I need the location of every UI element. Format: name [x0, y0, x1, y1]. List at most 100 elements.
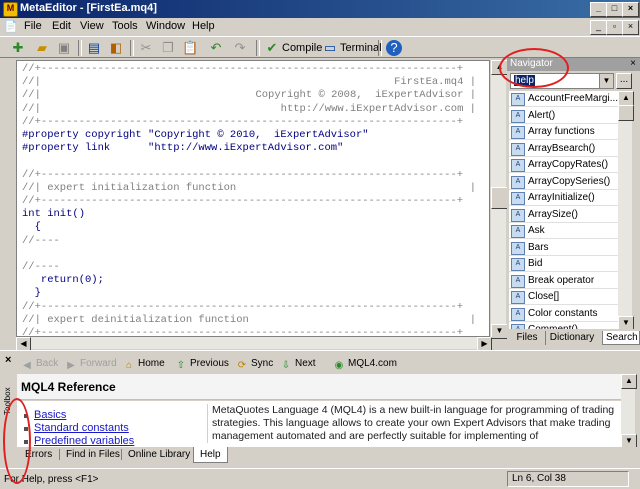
compile-button[interactable]: Compile: [282, 42, 322, 54]
link-standard-constants[interactable]: Standard constants: [34, 422, 129, 434]
navigator-toggle-icon[interactable]: ▤: [86, 40, 102, 56]
code-editor[interactable]: //+-------------------------------------…: [16, 60, 490, 337]
back-arrow-icon: ◀: [23, 360, 31, 371]
dictionary-entry-icon: A: [511, 307, 525, 321]
scroll-left-arrow-icon[interactable]: ◀: [16, 337, 31, 351]
scroll-thumb[interactable]: [618, 105, 634, 121]
scroll-up-arrow-icon[interactable]: ▲: [618, 91, 634, 106]
home-button[interactable]: ⌂ Home: [123, 358, 165, 372]
code-text: }: [22, 287, 41, 300]
doc-close-button[interactable]: ×: [622, 20, 639, 35]
editor-horizontal-scrollbar[interactable]: ◀ ▶: [16, 337, 492, 351]
dictionary-entry-icon: A: [511, 93, 525, 106]
toolbar-separator: [378, 40, 382, 56]
app-icon[interactable]: M: [3, 2, 18, 17]
tab-find-in-files[interactable]: Find in Files: [59, 449, 120, 460]
undo-icon[interactable]: ↶: [208, 40, 224, 56]
toolbox-close-icon[interactable]: ×: [5, 354, 11, 366]
navigator-item[interactable]: A ArrayInitialize(): [509, 190, 618, 206]
help-toolbar: ◀ Back ▶ Forward ⌂ Home ⇧ Previous ⟳ Sync ⇩ Ne…: [17, 354, 640, 374]
scroll-down-arrow-icon[interactable]: ▼: [491, 324, 508, 339]
navigator-close-icon[interactable]: ×: [630, 58, 636, 69]
code-line: return(0);: [22, 274, 484, 287]
navigator-item-label: Alert(): [528, 109, 556, 121]
navigator-item[interactable]: A Break operator: [509, 273, 618, 289]
back-label: Back: [36, 358, 59, 369]
minimize-button[interactable]: _: [590, 2, 607, 17]
mql4-button[interactable]: ◉ MQL4.com: [333, 358, 397, 372]
close-button[interactable]: ×: [622, 2, 639, 17]
code-line: }: [22, 287, 484, 300]
navigator-item[interactable]: A ArraySize(): [509, 207, 618, 223]
navigator-item[interactable]: A ArrayBsearch(): [509, 141, 618, 157]
menu-window[interactable]: Window: [146, 20, 185, 32]
previous-button[interactable]: ⇧ Previous: [175, 358, 229, 372]
navigator-list: A AccountFreeMargi... A Alert() A Array funct…: [509, 91, 618, 329]
code-text: #property copyright "Copyright © 2010, i…: [22, 129, 369, 141]
help-icon[interactable]: ?: [386, 40, 402, 56]
redo-icon[interactable]: ↷: [232, 40, 248, 56]
scroll-right-arrow-icon[interactable]: ▶: [477, 337, 492, 351]
menu-tools[interactable]: Tools: [112, 20, 138, 32]
code-line: int init(): [22, 208, 484, 221]
forward-button[interactable]: ▶ Forward: [65, 358, 117, 372]
link-predefined-variables[interactable]: Predefined variables: [34, 435, 134, 447]
navigator-scrollbar[interactable]: ▲ ▼: [618, 91, 634, 331]
doc-restore-button[interactable]: ▫: [606, 20, 623, 35]
menu-doc-icon[interactable]: 📄: [4, 20, 18, 33]
terminal-icon[interactable]: ▭: [322, 40, 338, 56]
navigator-item[interactable]: A Alert(): [509, 108, 618, 124]
help-links: Basics Standard constants Predefined var…: [17, 401, 203, 447]
link-basics[interactable]: Basics: [34, 409, 66, 421]
navigator-item[interactable]: A AccountFreeMargi...: [509, 91, 618, 107]
tab-dictionary[interactable]: Dictionary: [545, 331, 598, 345]
navigator-item[interactable]: A Color constants: [509, 306, 618, 322]
terminal-button[interactable]: Terminal: [340, 42, 382, 54]
tab-search[interactable]: Search: [602, 331, 640, 345]
tab-online-library[interactable]: Online Library: [121, 449, 190, 460]
tab-help[interactable]: Help: [193, 447, 228, 463]
navigator-more-button[interactable]: ...: [616, 73, 632, 89]
help-scrollbar[interactable]: ▲ ▼: [621, 374, 637, 449]
menu-edit[interactable]: Edit: [52, 20, 71, 32]
maximize-button[interactable]: □: [606, 2, 623, 17]
copy-icon[interactable]: ❐: [160, 40, 176, 56]
tab-files[interactable]: Files: [513, 331, 541, 345]
next-button[interactable]: ⇩ Next: [280, 358, 316, 372]
dictionary-entry-icon: A: [511, 241, 525, 255]
navigator-item[interactable]: A Bars: [509, 240, 618, 256]
navigator-item[interactable]: A Ask: [509, 223, 618, 239]
navigator-item[interactable]: AComment(): [509, 322, 618, 329]
back-button[interactable]: ◀ Back: [21, 358, 58, 372]
navigator-item-label: Color constants: [528, 307, 598, 319]
navigator-item[interactable]: A Array functions: [509, 124, 618, 140]
next-icon: ⇩: [281, 360, 291, 371]
chevron-down-icon[interactable]: ▼: [599, 74, 613, 88]
doc-minimize-button[interactable]: _: [590, 20, 607, 35]
paste-icon[interactable]: 📋: [182, 40, 198, 56]
dictionary-entry-icon: A: [511, 274, 525, 288]
navigator-item[interactable]: A ArrayCopySeries(): [509, 174, 618, 190]
save-icon[interactable]: ▣: [56, 40, 72, 56]
navigator-item-label: AccountFreeMargi...: [528, 93, 618, 104]
next-label: Next: [295, 358, 316, 369]
open-folder-icon[interactable]: ▰: [34, 40, 50, 56]
scroll-thumb[interactable]: [491, 187, 508, 209]
toolbox-toggle-icon[interactable]: ◧: [108, 40, 124, 56]
editor-vertical-scrollbar[interactable]: ▲ ▼: [491, 60, 508, 339]
code-text-right: |: [469, 181, 476, 194]
sync-button[interactable]: ⟳ Sync: [236, 358, 273, 372]
home-icon: ⌂: [125, 360, 133, 371]
dictionary-entry-icon: A: [511, 175, 525, 189]
compile-icon[interactable]: ✔: [264, 40, 280, 56]
scroll-up-arrow-icon[interactable]: ▲: [621, 374, 637, 389]
navigator-item[interactable]: A Bid: [509, 256, 618, 272]
navigator-item[interactable]: A ArrayCopyRates(): [509, 157, 618, 173]
menu-file[interactable]: File: [24, 20, 42, 32]
menu-help[interactable]: Help: [192, 20, 215, 32]
navigator-item-label: ArraySize(): [528, 208, 579, 220]
navigator-item[interactable]: A Close[]: [509, 289, 618, 305]
cut-icon[interactable]: ✂: [138, 40, 154, 56]
new-file-icon[interactable]: ✚: [10, 40, 26, 56]
menu-view[interactable]: View: [80, 20, 104, 32]
